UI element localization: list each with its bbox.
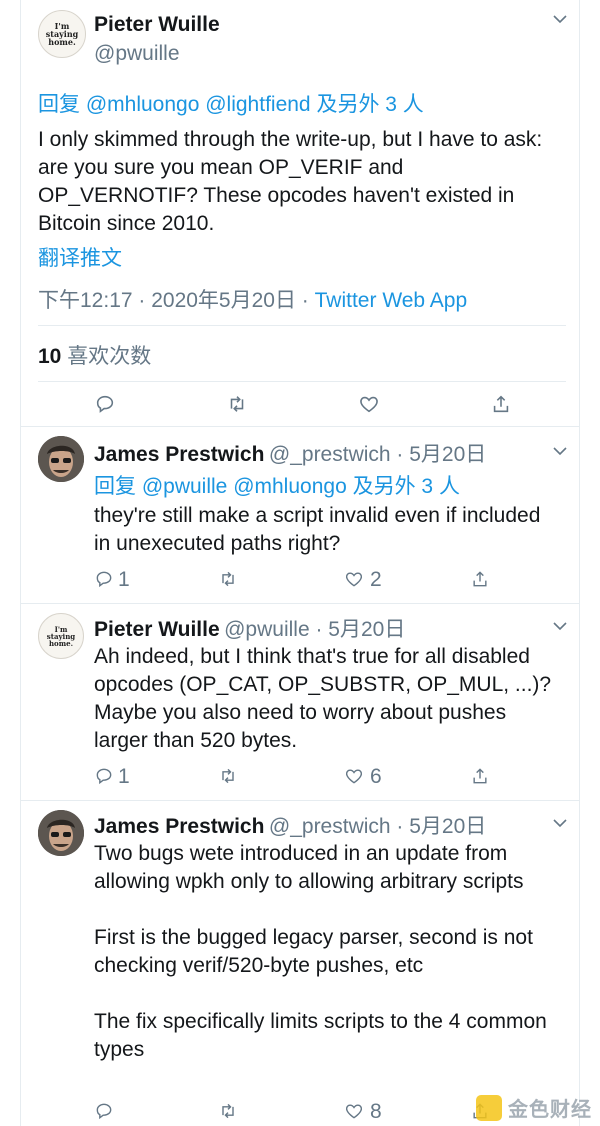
chevron-down-icon[interactable] bbox=[552, 14, 568, 24]
chevron-down-icon[interactable] bbox=[552, 818, 568, 828]
reply-header: Pieter Wuille @pwuille · 5月20日 bbox=[94, 613, 405, 643]
author-handle[interactable]: @pwuille bbox=[94, 42, 180, 66]
reply-prefix: 回复 bbox=[94, 475, 136, 498]
translate-tweet-link[interactable]: 翻译推文 bbox=[38, 242, 122, 272]
author-name[interactable]: Pieter Wuille bbox=[94, 618, 220, 641]
watermark: 金色财经 bbox=[476, 1093, 592, 1122]
share-icon[interactable] bbox=[490, 393, 512, 415]
author-name[interactable]: James Prestwich bbox=[94, 815, 264, 838]
author-name[interactable]: James Prestwich bbox=[94, 443, 264, 466]
reply-others[interactable]: 及另外 3 人 bbox=[316, 93, 423, 116]
retweet-icon[interactable] bbox=[218, 1101, 238, 1121]
avatar[interactable]: I'm staying home. bbox=[38, 613, 84, 659]
chevron-down-icon[interactable] bbox=[552, 621, 568, 631]
like-count: 2 bbox=[370, 568, 382, 591]
chevron-down-icon[interactable] bbox=[552, 446, 568, 456]
retweet-icon[interactable] bbox=[218, 766, 238, 786]
divider bbox=[20, 800, 580, 801]
retweet-icon[interactable] bbox=[218, 569, 238, 589]
profile-photo bbox=[38, 436, 84, 482]
tweet-text: Ah indeed, but I think that's true for a… bbox=[94, 645, 552, 752]
divider bbox=[38, 381, 566, 382]
profile-photo bbox=[38, 810, 84, 856]
avatar-logo-text: I'm staying home. bbox=[45, 21, 79, 47]
tweet-text: they're still make a script invalid even… bbox=[94, 504, 541, 555]
watermark-text: 金色财经 bbox=[508, 1099, 592, 1121]
reply-context: 回复 @mhluongo @lightfiend 及另外 3 人 bbox=[38, 88, 424, 118]
divider bbox=[38, 325, 566, 326]
reply-context: 回复 @pwuille @mhluongo 及另外 3 人 bbox=[94, 470, 460, 500]
reply-mentions[interactable]: @pwuille @mhluongo bbox=[142, 475, 347, 498]
author-handle[interactable]: @pwuille · 5月20日 bbox=[224, 618, 405, 641]
reply-header: James Prestwich @_prestwich · 5月20日 bbox=[94, 438, 486, 468]
like-count: 8 bbox=[370, 1100, 382, 1123]
divider bbox=[20, 426, 580, 427]
author-handle[interactable]: @_prestwich · 5月20日 bbox=[269, 815, 486, 838]
share-icon[interactable] bbox=[470, 569, 490, 589]
tweet-text: Two bugs wete introduced in an update fr… bbox=[94, 842, 547, 1061]
reply-count: 1 bbox=[118, 568, 130, 591]
reply-icon[interactable] bbox=[94, 569, 114, 589]
tweet-timestamp[interactable]: 下午12:17 · 2020年5月20日 · bbox=[38, 289, 315, 312]
like-icon[interactable] bbox=[344, 569, 364, 589]
avatar[interactable]: I'm staying home. bbox=[38, 10, 86, 58]
avatar[interactable] bbox=[38, 810, 84, 856]
watermark-logo-icon bbox=[476, 1094, 502, 1121]
like-icon[interactable] bbox=[344, 1101, 364, 1121]
reply-count: 1 bbox=[118, 765, 130, 788]
author-handle[interactable]: @_prestwich · 5月20日 bbox=[269, 443, 486, 466]
share-icon[interactable] bbox=[470, 766, 490, 786]
reply-mentions[interactable]: @mhluongo @lightfiend bbox=[86, 93, 311, 116]
reply-icon[interactable] bbox=[94, 393, 116, 415]
reply-prefix: 回复 bbox=[38, 93, 80, 116]
avatar-logo-text: I'm staying home. bbox=[46, 624, 76, 648]
reply-header: James Prestwich @_prestwich · 5月20日 bbox=[94, 810, 486, 840]
reply-icon[interactable] bbox=[94, 1101, 114, 1121]
likes-summary[interactable]: 10 喜欢次数 bbox=[38, 340, 151, 370]
author-name[interactable]: Pieter Wuille bbox=[94, 13, 220, 37]
like-count: 6 bbox=[370, 765, 382, 788]
tweet-text: I only skimmed through the write-up, but… bbox=[38, 128, 543, 235]
reply-others[interactable]: 及另外 3 人 bbox=[353, 475, 460, 498]
likes-label: 喜欢次数 bbox=[67, 345, 152, 368]
retweet-icon[interactable] bbox=[226, 393, 248, 415]
avatar[interactable] bbox=[38, 436, 84, 482]
like-icon[interactable] bbox=[358, 393, 380, 415]
like-icon[interactable] bbox=[344, 766, 364, 786]
tweet-meta: 下午12:17 · 2020年5月20日 · Twitter Web App bbox=[38, 284, 467, 314]
tweet-source[interactable]: Twitter Web App bbox=[315, 289, 468, 312]
reply-icon[interactable] bbox=[94, 766, 114, 786]
likes-count: 10 bbox=[38, 345, 62, 368]
divider bbox=[20, 603, 580, 604]
